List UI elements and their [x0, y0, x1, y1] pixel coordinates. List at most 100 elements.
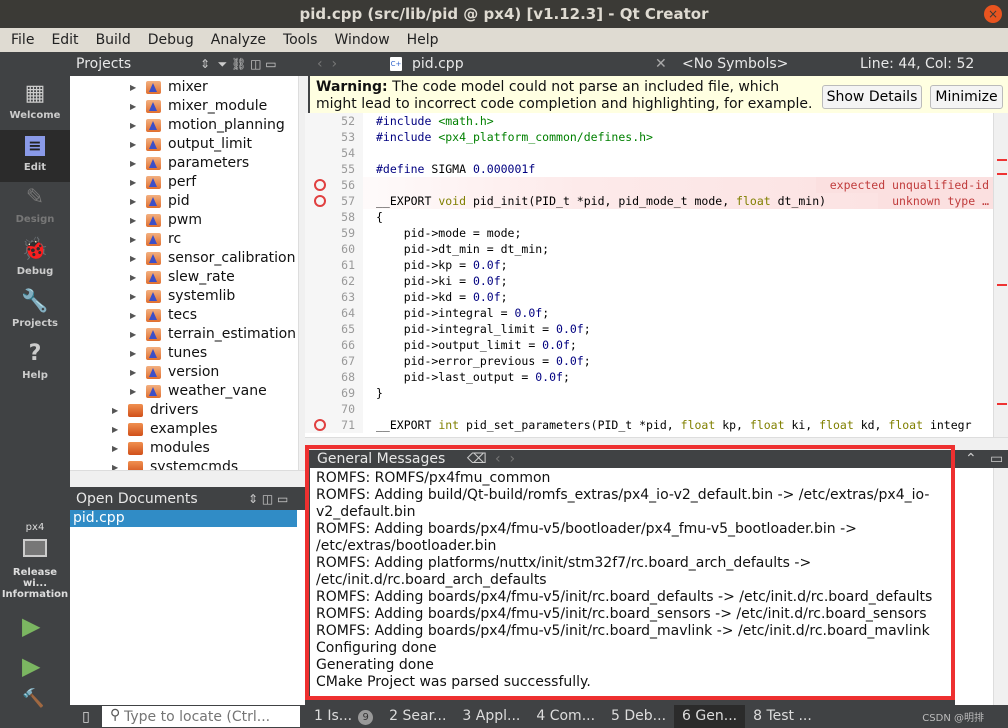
code-line[interactable]: 58 {	[305, 209, 993, 225]
code-line[interactable]: 70	[305, 401, 993, 417]
tree-item[interactable]: ▶ drivers	[70, 401, 298, 420]
expand-arrow-icon[interactable]: ▶	[130, 154, 136, 173]
expand-arrow-icon[interactable]: ▶	[112, 439, 118, 458]
cursor-position[interactable]: Line: 44, Col: 52	[860, 52, 974, 76]
mode-design[interactable]: ✎ Design	[0, 182, 70, 234]
expand-arrow-icon[interactable]: ▶	[130, 116, 136, 135]
code-line[interactable]: 53 #include <px4_platform_common/defines.…	[305, 129, 993, 145]
expand-arrow-icon[interactable]: ▶	[130, 325, 136, 344]
code-line[interactable]: 66 pid->output_limit = 0.0f;	[305, 337, 993, 353]
menu-analyze[interactable]: Analyze	[200, 28, 272, 52]
tree-item[interactable]: ▶ perf	[70, 173, 298, 192]
tree-item[interactable]: ▶ sensor_calibration	[70, 249, 298, 268]
code-line[interactable]: 69}	[305, 385, 993, 401]
code-line[interactable]: 59 pid->mode = mode;	[305, 225, 993, 241]
output-tab[interactable]: 4 Com...	[528, 705, 603, 728]
output-tab[interactable]: 3 Appl...	[454, 705, 528, 728]
tree-item[interactable]: ▶ output_limit	[70, 135, 298, 154]
expand-arrow-icon[interactable]: ▶	[130, 363, 136, 382]
tree-item[interactable]: ▶ tunes	[70, 344, 298, 363]
tree-item[interactable]: ▶ modules	[70, 439, 298, 458]
tree-item[interactable]: ▶ version	[70, 363, 298, 382]
file-selector[interactable]: pid.cpp	[412, 52, 464, 76]
locate-input[interactable]	[102, 706, 300, 727]
code-line[interactable]: 61 pid->kp = 0.0f;	[305, 257, 993, 273]
projects-toolbar-icons[interactable]: ⇕ ⏷ ⛓ ◫ ▭	[200, 52, 277, 76]
expand-arrow-icon[interactable]: ▶	[130, 382, 136, 401]
debug-run-icon[interactable]: ▶	[22, 652, 40, 680]
expand-arrow-icon[interactable]: ▶	[130, 344, 136, 363]
menu-tools[interactable]: Tools	[272, 28, 324, 52]
menu-build[interactable]: Build	[85, 28, 137, 52]
code-line[interactable]: 64 pid->integral = 0.0f;	[305, 305, 993, 321]
code-line[interactable]: 52 #include <math.h>	[305, 113, 993, 129]
mode-welcome[interactable]: ▦ Welcome	[0, 78, 70, 130]
expand-arrow-icon[interactable]: ▶	[112, 420, 118, 439]
expand-arrow-icon[interactable]: ▶	[130, 211, 136, 230]
symbols-dropdown[interactable]: <No Symbols>	[682, 52, 788, 76]
mode-help[interactable]: ? Help	[0, 338, 70, 390]
output-tab[interactable]: 5 Deb...	[603, 705, 674, 728]
mode-debug[interactable]: 🐞 Debug	[0, 234, 70, 286]
tree-item[interactable]: ▶ examples	[70, 420, 298, 439]
expand-arrow-icon[interactable]: ▶	[130, 97, 136, 116]
expand-arrow-icon[interactable]: ▶	[130, 287, 136, 306]
mode-edit[interactable]: ≡ Edit	[0, 130, 70, 182]
kit-selector[interactable]: px4 Release wi... Information	[0, 522, 70, 600]
close-file-icon[interactable]: ✕	[655, 52, 667, 76]
code-line[interactable]: 55 #define SIGMA 0.000001f	[305, 161, 993, 177]
code-line[interactable]: 60 pid->dt_min = dt_min;	[305, 241, 993, 257]
output-tab[interactable]: 8 Test ...	[745, 705, 820, 728]
menu-debug[interactable]: Debug	[137, 28, 200, 52]
code-line[interactable]: 63 pid->kd = 0.0f;	[305, 289, 993, 305]
expand-arrow-icon[interactable]: ▶	[130, 230, 136, 249]
run-icon[interactable]: ▶	[22, 612, 40, 640]
nav-back-forward-icons[interactable]: ‹ ›	[317, 52, 337, 76]
tree-item[interactable]: ▶ rc	[70, 230, 298, 249]
tree-item[interactable]: ▶ systemlib	[70, 287, 298, 306]
tree-item[interactable]: ▶ slew_rate	[70, 268, 298, 287]
mode-projects[interactable]: 🔧 Projects	[0, 286, 70, 338]
code-editor[interactable]: 52 #include <math.h> 53 #include <px4_platf…	[305, 113, 993, 437]
tree-item[interactable]: ▶ pid	[70, 192, 298, 211]
output-tab[interactable]: 1 Is... 9	[306, 705, 381, 728]
expand-arrow-icon[interactable]: ▶	[130, 192, 136, 211]
expand-arrow-icon[interactable]: ▶	[130, 78, 136, 97]
code-line[interactable]: 56 expected unqualified-id	[305, 177, 993, 193]
expand-arrow-icon[interactable]: ▶	[130, 173, 136, 192]
tree-item[interactable]: ▶ terrain_estimation	[70, 325, 298, 344]
editor-scrollbar[interactable]	[993, 113, 1008, 437]
tree-item[interactable]: ▶ mixer_module	[70, 97, 298, 116]
show-details-button[interactable]: Show Details	[822, 85, 922, 109]
maximize-pane-icon[interactable]: ⌃	[965, 450, 977, 468]
expand-arrow-icon[interactable]: ▶	[112, 458, 118, 470]
output-tab[interactable]: 2 Sear...	[381, 705, 454, 728]
expand-arrow-icon[interactable]: ▶	[130, 268, 136, 287]
code-line[interactable]: 67 pid->error_previous = 0.0f;	[305, 353, 993, 369]
menu-help[interactable]: Help	[396, 28, 445, 52]
tree-item[interactable]: ▶ motion_planning	[70, 116, 298, 135]
code-line[interactable]: 71 __EXPORT int pid_set_parameters(PID_t …	[305, 417, 993, 433]
expand-arrow-icon[interactable]: ▶	[130, 249, 136, 268]
code-line[interactable]: 57 __EXPORT void pid_init(PID_t *pid, pid…	[305, 193, 993, 209]
code-line[interactable]: 62 pid->ki = 0.0f;	[305, 273, 993, 289]
expand-arrow-icon[interactable]: ▶	[130, 306, 136, 325]
code-line[interactable]: 54	[305, 145, 993, 161]
output-scrollbar[interactable]	[993, 468, 1008, 705]
tree-hscrollbar[interactable]	[70, 470, 308, 487]
tree-item[interactable]: ▶ parameters	[70, 154, 298, 173]
tree-item[interactable]: ▶ systemcmds	[70, 458, 298, 470]
open-documents-icons[interactable]: ⇕ ◫ ▭	[248, 488, 288, 510]
tree-item[interactable]: ▶ pwm	[70, 211, 298, 230]
expand-arrow-icon[interactable]: ▶	[112, 401, 118, 420]
code-line[interactable]: 65 pid->integral_limit = 0.0f;	[305, 321, 993, 337]
menu-edit[interactable]: Edit	[40, 28, 84, 52]
tree-item[interactable]: ▶ tecs	[70, 306, 298, 325]
output-tab[interactable]: 6 Gen...	[674, 705, 746, 728]
expand-arrow-icon[interactable]: ▶	[130, 135, 136, 154]
toggle-sidebar-icon[interactable]: ▯	[70, 709, 102, 725]
build-icon[interactable]: 🔨	[22, 688, 44, 709]
close-pane-icon[interactable]: ▭	[990, 450, 1003, 468]
menu-file[interactable]: File	[0, 28, 40, 52]
menu-window[interactable]: Window	[323, 28, 395, 52]
